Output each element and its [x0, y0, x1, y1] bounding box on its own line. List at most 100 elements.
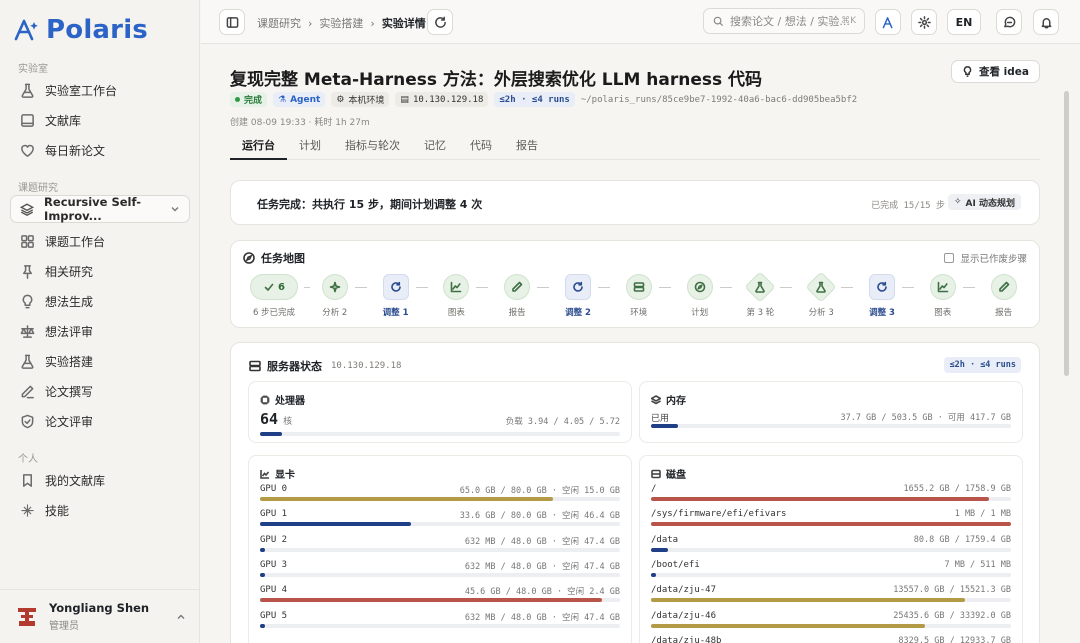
task-step[interactable]: 分析 3: [792, 271, 850, 318]
agent-chip: ⚗ Agent: [273, 92, 326, 107]
task-step-label: 环境: [630, 308, 648, 318]
task-step-connector: [780, 287, 793, 288]
disk-row: /data 80.8 GB / 1759.4 GB: [651, 535, 1011, 559]
sidebar-item-lab-workbench[interactable]: 实验室工作台: [12, 76, 188, 104]
sidebar-item-related-research[interactable]: 相关研究: [12, 257, 188, 285]
gpu-name: GPU 0: [260, 484, 288, 494]
gpu-bar-fill: [260, 572, 265, 577]
brand-logo[interactable]: Polaris: [14, 14, 148, 46]
sidebar-item-daily-papers[interactable]: 每日新论文: [12, 136, 188, 164]
sparkle-icon: ✧: [954, 197, 962, 207]
server-icon: [633, 282, 645, 292]
sidebar-item-library[interactable]: 文献库: [12, 106, 188, 134]
tab-metrics[interactable]: 指标与轮次: [333, 133, 412, 160]
env-text: 本机环境: [348, 96, 385, 106]
topic-select[interactable]: Recursive Self-Improv...: [10, 195, 190, 223]
sidebar-item-skills[interactable]: 技能: [12, 496, 188, 524]
task-step-node: [869, 274, 895, 300]
compass-icon: [243, 252, 255, 264]
sidebar-item-idea-review[interactable]: 想法评审: [12, 317, 188, 345]
tab-report[interactable]: 报告: [504, 133, 550, 160]
disk-row: /data/zju-46 25435.6 GB / 33392.0 GB: [651, 611, 1011, 635]
task-step[interactable]: 调整 2: [549, 274, 607, 318]
refresh-button[interactable]: [427, 9, 453, 35]
sidebar-item-label: 想法生成: [45, 294, 94, 309]
gpu-bar: [260, 547, 620, 552]
compass-icon: [694, 281, 705, 293]
toggle-sidebar-button[interactable]: [219, 9, 245, 35]
user-menu[interactable]: Yongliang Shen 管理员: [0, 589, 200, 643]
disk-bar: [651, 547, 1011, 552]
disk-name: /data/zju-46: [651, 610, 717, 621]
sidebar-item-topic-workbench[interactable]: 课题工作台: [12, 227, 188, 255]
gpu-bar-fill: [260, 598, 602, 603]
task-step[interactable]: 计划: [671, 274, 729, 318]
task-step[interactable]: 报告: [975, 274, 1033, 318]
task-step[interactable]: 分析 2: [306, 274, 364, 318]
breadcrumb-item[interactable]: 课题研究: [257, 15, 301, 31]
task-step-label: 调整 3: [869, 308, 895, 318]
sidebar-item-experiment-setup[interactable]: 实验搭建: [12, 347, 188, 375]
gpu-value: 65.0 GB / 80.0 GB · 空闲 15.0 GB: [459, 486, 620, 496]
gpu-row: GPU 3 632 MB / 48.0 GB · 空闲 47.4 GB: [260, 560, 620, 584]
tab-plan[interactable]: 计划: [287, 133, 333, 160]
task-step[interactable]: 调整 3: [853, 274, 911, 318]
sidebar-item-my-library[interactable]: 我的文献库: [12, 466, 188, 494]
sidebar-item-paper-review[interactable]: 论文评审: [12, 407, 188, 435]
task-step[interactable]: 图表: [427, 274, 485, 318]
cpu-title-text: 处理器: [275, 396, 305, 407]
task-step-connector: [962, 287, 975, 288]
search-input[interactable]: 搜索论文 / 想法 / 实验... ⌘K: [703, 8, 865, 34]
memory-panel: 内存 已用 37.7 GB / 503.5 GB · 可用 417.7 GB: [639, 381, 1023, 443]
user-name: Yongliang Shen: [49, 601, 150, 615]
polaris-logo-icon: [14, 19, 38, 41]
agent-button[interactable]: [875, 9, 901, 35]
memory-title: 内存: [651, 392, 686, 407]
task-step[interactable]: 图表: [914, 274, 972, 318]
budget-chip: ≤2h · ≤4 runs: [494, 92, 575, 107]
tab-console[interactable]: 运行台: [230, 133, 287, 160]
task-step[interactable]: 调整 1: [367, 274, 425, 318]
sidebar-item-paper-writing[interactable]: 论文撰写: [12, 377, 188, 405]
grid-icon: [21, 234, 34, 248]
user-role: 管理员: [49, 621, 79, 632]
task-step-node: [805, 271, 837, 303]
disk-bar-fill: [651, 497, 990, 501]
gear-icon: [917, 15, 931, 29]
show-abandoned-toggle[interactable]: 显示已作废步骤: [944, 251, 1027, 265]
search-icon: [713, 16, 724, 26]
tab-memory[interactable]: 记忆: [412, 133, 458, 160]
gpu-row: GPU 4 45.6 GB / 48.0 GB · 空闲 2.4 GB: [260, 585, 620, 609]
gear-icon: ⚙: [336, 94, 345, 105]
gpu-bar: [260, 497, 620, 501]
view-idea-button[interactable]: 查看 idea: [951, 60, 1040, 83]
breadcrumb-item[interactable]: 实验搭建: [319, 15, 363, 31]
task-step-connector: [537, 287, 550, 288]
tab-code[interactable]: 代码: [458, 133, 504, 160]
gpu-name: GPU 4: [260, 585, 288, 596]
refresh-icon: [573, 281, 583, 292]
flask-icon: [755, 281, 766, 293]
task-step[interactable]: 报告: [488, 274, 546, 318]
ai-badge-text: AI 动态规划: [965, 198, 1015, 209]
sidebar-item-idea-generation[interactable]: 想法生成: [12, 287, 188, 315]
task-step[interactable]: 第 3 轮: [731, 271, 789, 318]
task-step-label: 分析 2: [322, 308, 348, 318]
task-step-node: [382, 274, 409, 300]
task-step-label: 第 3 轮: [746, 308, 775, 318]
status-dot: [235, 97, 240, 102]
pen-icon: [998, 281, 1009, 292]
show-abandoned-checkbox[interactable]: [944, 253, 955, 263]
task-step-label: 调整 1: [382, 308, 409, 318]
notifications-button[interactable]: [1033, 9, 1059, 35]
task-step[interactable]: 6 6 步已完成: [245, 274, 303, 318]
task-step[interactable]: 环境: [610, 274, 668, 318]
disk-name: /data/zju-47: [651, 585, 717, 596]
chat-button[interactable]: [996, 9, 1022, 35]
bell-icon: [1041, 17, 1051, 28]
section-label-lab: 实验室: [18, 64, 48, 75]
check-icon: [264, 283, 274, 291]
scrollbar[interactable]: [1064, 91, 1069, 376]
language-toggle[interactable]: EN: [947, 9, 981, 35]
settings-button[interactable]: [911, 9, 937, 35]
